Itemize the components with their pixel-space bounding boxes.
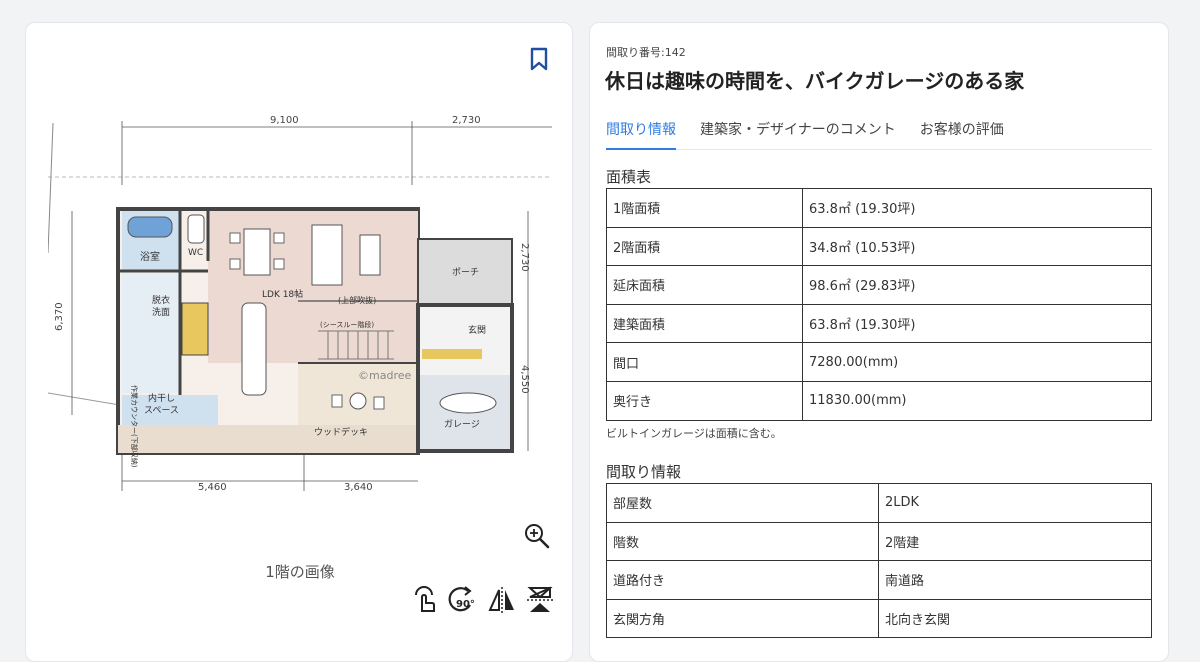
table-row: 間口 7280.00(mm) <box>606 342 1152 382</box>
room-hoshi-2: スペース <box>144 406 179 416</box>
row-label: 部屋数 <box>606 483 879 523</box>
table-row: 階数 2階建 <box>606 521 1152 562</box>
room-porch: ポーチ <box>452 267 479 278</box>
table-row: 2階面積 34.8㎡ (10.53坪) <box>606 226 1152 267</box>
room-datsui-1: 脱衣 <box>152 294 170 306</box>
flip-vertical-icon[interactable] <box>524 583 556 617</box>
dim-bottom-1: 5,460 <box>198 482 227 491</box>
row-value: 63.8㎡ (19.30坪) <box>802 303 1152 344</box>
rotate-90-icon[interactable]: 90° <box>448 583 480 617</box>
flip-horizontal-icon[interactable] <box>486 583 518 617</box>
room-genkan: 玄関 <box>468 324 486 336</box>
tab-customer-rating[interactable]: お客様の評価 <box>920 117 1004 150</box>
plan-info-table: 部屋数 2LDK 階数 2階建 道路付き 南道路 玄関方角 北向き玄関 <box>606 483 1152 639</box>
dim-left: 6,370 <box>54 302 65 331</box>
table-row: 延床面積 98.6㎡ (29.83坪) <box>606 265 1152 305</box>
row-value: 2階建 <box>878 521 1152 562</box>
row-value: 北向き玄関 <box>878 598 1152 639</box>
room-hoshi-1: 内干し <box>148 392 175 404</box>
row-value: 63.8㎡ (19.30坪) <box>802 188 1152 228</box>
tab-plan-info[interactable]: 間取り情報 <box>606 117 676 150</box>
row-label: 階数 <box>606 521 879 562</box>
room-datsui-2: 洗面 <box>152 306 170 318</box>
page-title: 休日は趣味の時間を、バイクガレージのある家 <box>605 69 1025 93</box>
room-ldk: LDK 18帖 <box>262 288 303 300</box>
row-value: 7280.00(mm) <box>802 342 1152 382</box>
plan-info-title: 間取り情報 <box>606 463 682 481</box>
bookmark-icon[interactable] <box>526 46 552 72</box>
dim-bottom-2: 3,640 <box>344 482 373 491</box>
room-wc: WC <box>188 248 203 258</box>
table-row: 道路付き 南道路 <box>606 560 1152 600</box>
dim-top-2: 2,730 <box>452 115 481 126</box>
table-row: 1階面積 63.8㎡ (19.30坪) <box>606 188 1152 228</box>
table-row: 奥行き 11830.00(mm) <box>606 380 1152 421</box>
pan-hand-icon[interactable] <box>410 583 442 617</box>
plan-details-card: 間取り番号:142 休日は趣味の時間を、バイクガレージのある家 間取り情報 建築… <box>589 22 1169 662</box>
room-counter: 作業カウンター(下部収納) <box>130 385 139 468</box>
rotate-label: 90° <box>456 599 475 610</box>
watermark: ©madree <box>358 369 411 382</box>
area-table: 1階面積 63.8㎡ (19.30坪) 2階面積 34.8㎡ (10.53坪) 延床面積… <box>606 188 1152 421</box>
row-label: 間口 <box>606 342 803 382</box>
dim-right-1: 2,730 <box>519 243 530 272</box>
row-value: 34.8㎡ (10.53坪) <box>802 226 1152 267</box>
plan-number: 間取り番号:142 <box>606 46 686 59</box>
row-label: 奥行き <box>606 380 803 421</box>
room-deck: ウッドデッキ <box>314 426 368 438</box>
row-label: 延床面積 <box>606 265 803 305</box>
floor-caption: 1階の画像 <box>265 563 335 581</box>
room-bath: 浴室 <box>140 250 160 263</box>
row-label: 道路付き <box>606 560 879 600</box>
zoom-in-icon[interactable] <box>522 521 552 551</box>
row-value: 2LDK <box>878 483 1152 523</box>
row-value: 南道路 <box>878 560 1152 600</box>
room-stair: (シースルー階段) <box>320 320 374 329</box>
area-note: ビルトインガレージは面積に含む。 <box>606 427 782 440</box>
floorplan-image: 9,100 2,730 5,460 3,640 6,370 2,730 4,55… <box>48 113 552 491</box>
room-fukinuke: (上部吹抜) <box>338 295 376 305</box>
table-row: 建築面積 63.8㎡ (19.30坪) <box>606 303 1152 344</box>
tab-bar: 間取り情報 建築家・デザイナーのコメント お客様の評価 <box>606 117 1152 150</box>
row-label: 1階面積 <box>606 188 803 228</box>
area-table-title: 面積表 <box>606 168 652 186</box>
table-row: 部屋数 2LDK <box>606 483 1152 523</box>
room-garage: ガレージ <box>444 419 480 430</box>
row-value: 98.6㎡ (29.83坪) <box>802 265 1152 305</box>
dim-right-2: 4,550 <box>519 365 530 394</box>
dim-top-1: 9,100 <box>270 115 299 126</box>
row-label: 建築面積 <box>606 303 803 344</box>
row-value: 11830.00(mm) <box>802 380 1152 421</box>
row-label: 2階面積 <box>606 226 803 267</box>
image-toolbar: 90° <box>410 583 556 617</box>
table-row: 玄関方角 北向き玄関 <box>606 598 1152 639</box>
floorplan-card: 9,100 2,730 5,460 3,640 6,370 2,730 4,55… <box>25 22 573 662</box>
tab-architect-comment[interactable]: 建築家・デザイナーのコメント <box>700 117 896 150</box>
row-label: 玄関方角 <box>606 598 879 639</box>
